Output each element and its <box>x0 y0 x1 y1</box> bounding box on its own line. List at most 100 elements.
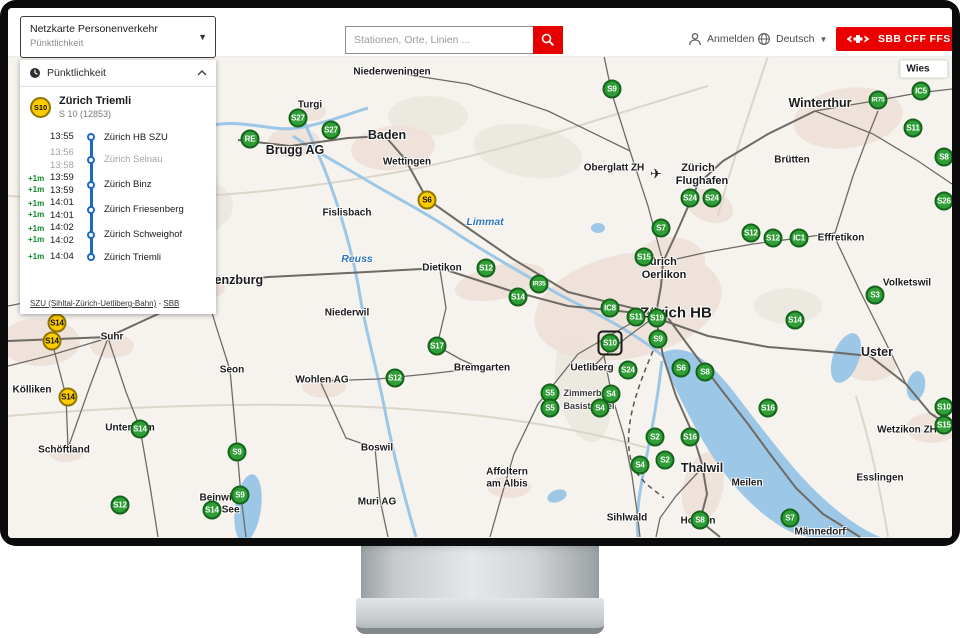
stop-row[interactable]: 13:55 Zürich HB SZU <box>20 127 216 147</box>
train-badge-s2[interactable]: S2 <box>656 451 675 470</box>
train-badge-s14[interactable]: S14 <box>509 288 528 307</box>
search-button[interactable] <box>533 26 563 54</box>
punctuality-panel-header[interactable]: Pünktlichkeit <box>20 60 216 87</box>
stop-time: 13:5613:58 <box>50 147 84 172</box>
footer-link[interactable]: SBB <box>163 299 179 308</box>
chevron-down-icon: ▼ <box>198 32 207 42</box>
train-badge-s26[interactable]: S26 <box>935 192 953 211</box>
train-badge-s10-selected[interactable]: S10 <box>601 334 620 353</box>
train-badge-s11[interactable]: S11 <box>627 308 646 327</box>
login-button[interactable]: Anmelden <box>688 32 754 46</box>
chevron-down-icon: ▼ <box>820 35 828 44</box>
stop-row[interactable]: 13:5613:58 Zürich Selnau <box>20 147 216 172</box>
train-badge-s6[interactable]: S6 <box>418 191 437 210</box>
layer-select-subtitle: Pünktlichkeit <box>30 38 191 49</box>
train-badge-s27[interactable]: S27 <box>322 121 341 140</box>
stop-row[interactable]: +1m+1m14:0214:02Zürich Schweighof <box>20 222 216 247</box>
language-selector[interactable]: Deutsch ▼ <box>757 32 827 46</box>
train-badge-s27[interactable]: S27 <box>289 109 308 128</box>
train-badge-s7[interactable]: S7 <box>781 509 800 528</box>
train-badge-s24[interactable]: S24 <box>703 189 722 208</box>
search-input[interactable] <box>345 26 533 54</box>
train-badge-s2[interactable]: S2 <box>646 428 665 447</box>
stop-time: 14:0214:02 <box>50 222 84 247</box>
stop-name: Zürich HB SZU <box>98 127 168 147</box>
train-badge-ir35[interactable]: IR35 <box>530 275 549 294</box>
train-badge-s14[interactable]: S14 <box>203 501 222 520</box>
train-badge-s4[interactable]: S4 <box>591 399 610 418</box>
train-badge-s3[interactable]: S3 <box>866 286 885 305</box>
stop-dot <box>87 253 95 261</box>
train-badge-ic8[interactable]: IC8 <box>601 299 620 318</box>
stop-delay <box>28 147 50 172</box>
monitor-mockup: NiederweningenWiesTurgiBadenBrugg AGWett… <box>0 0 960 638</box>
train-badge-s15[interactable]: S15 <box>935 416 953 435</box>
stop-delay: +1m+1m <box>28 197 50 222</box>
stop-time: 13:55 <box>50 127 84 147</box>
punctuality-icon <box>29 67 41 79</box>
login-label: Anmelden <box>707 33 754 45</box>
monitor-frame: NiederweningenWiesTurgiBadenBrugg AGWett… <box>0 0 960 546</box>
train-badge-s12[interactable]: S12 <box>764 229 783 248</box>
stop-delay: +1m <box>28 247 50 267</box>
train-badge-s5[interactable]: S5 <box>541 399 560 418</box>
train-badge-s8[interactable]: S8 <box>696 363 715 382</box>
train-badge-s12[interactable]: S12 <box>477 259 496 278</box>
train-badge-s14[interactable]: S14 <box>131 420 150 439</box>
train-badge-s9[interactable]: S9 <box>649 330 668 349</box>
train-badge-s10[interactable]: S10 <box>935 398 953 417</box>
train-badge-s14[interactable]: S14 <box>48 314 67 333</box>
train-badge-s12[interactable]: S12 <box>386 369 405 388</box>
stop-row[interactable]: +1m+1m13:5913:59Zürich Binz <box>20 172 216 197</box>
train-badge-s12[interactable]: S12 <box>742 224 761 243</box>
stop-name: Zürich Friesenberg <box>98 197 184 222</box>
train-badge-s14[interactable]: S14 <box>786 311 805 330</box>
train-badge-ic5[interactable]: IC5 <box>912 82 931 101</box>
train-badge-s4[interactable]: S4 <box>631 456 650 475</box>
stop-dot <box>87 156 95 164</box>
monitor-stand-neck <box>361 540 599 602</box>
train-badge-s9[interactable]: S9 <box>603 80 622 99</box>
punctuality-panel: Pünktlichkeit S10 Zürich Triemli S 10 (1… <box>20 60 216 314</box>
globe-icon <box>757 32 771 46</box>
stop-list: 13:55 Zürich HB SZU 13:5613:58 Zürich Selna… <box>20 125 216 267</box>
stop-delay: +1m+1m <box>28 222 50 247</box>
train-badge-ir75[interactable]: IR75 <box>869 91 888 110</box>
footer-link[interactable]: SZU (Sihltal-Zürich-Uetliberg-Bahn) <box>30 299 156 308</box>
train-badge-s9[interactable]: S9 <box>228 443 247 462</box>
train-badge-s15[interactable]: S15 <box>635 248 654 267</box>
train-badge-s11[interactable]: S11 <box>904 119 923 138</box>
stop-delay: +1m+1m <box>28 172 50 197</box>
train-badge-s19[interactable]: S19 <box>648 309 667 328</box>
train-badge-s8[interactable]: S8 <box>691 511 710 530</box>
train-badge-s9[interactable]: S9 <box>231 486 250 505</box>
train-badge-s7[interactable]: S7 <box>652 219 671 238</box>
stop-timeline-node <box>84 147 98 172</box>
stop-dot <box>87 231 95 239</box>
logo-text: SBB CFF FFS <box>878 33 951 45</box>
stop-row[interactable]: +1m+1m14:0114:01Zürich Friesenberg <box>20 197 216 222</box>
monitor-stand-base <box>356 598 604 634</box>
chevron-up-icon[interactable] <box>197 70 207 76</box>
sbb-logo[interactable]: SBB CFF FFS <box>836 27 952 51</box>
sbb-arrows-cross-icon <box>844 32 872 46</box>
stop-dot <box>87 133 95 141</box>
train-badge-s14[interactable]: S14 <box>59 388 78 407</box>
stop-name: Zürich Selnau <box>98 147 163 172</box>
train-summary: S10 Zürich Triemli S 10 (12853) <box>20 87 216 125</box>
train-badge-s16[interactable]: S16 <box>759 399 778 418</box>
train-badge-s12[interactable]: S12 <box>111 496 130 515</box>
train-badge-s16[interactable]: S16 <box>681 428 700 447</box>
train-badge-s24[interactable]: S24 <box>681 189 700 208</box>
train-badge-s24[interactable]: S24 <box>619 361 638 380</box>
stop-timeline-node <box>84 247 98 267</box>
stop-name: Zürich Binz <box>98 172 152 197</box>
stop-row[interactable]: +1m14:04Zürich Triemli <box>20 247 216 267</box>
train-badge-s17[interactable]: S17 <box>428 337 447 356</box>
train-badge-s8[interactable]: S8 <box>935 148 953 167</box>
layer-select-dropdown[interactable]: Netzkarte Personenverkehr Pünktlichkeit … <box>20 16 216 58</box>
train-badge-ic1[interactable]: IC1 <box>790 229 809 248</box>
train-badge-s14[interactable]: S14 <box>43 332 62 351</box>
train-badge-re[interactable]: RE <box>241 130 260 149</box>
train-badge-s6[interactable]: S6 <box>672 359 691 378</box>
